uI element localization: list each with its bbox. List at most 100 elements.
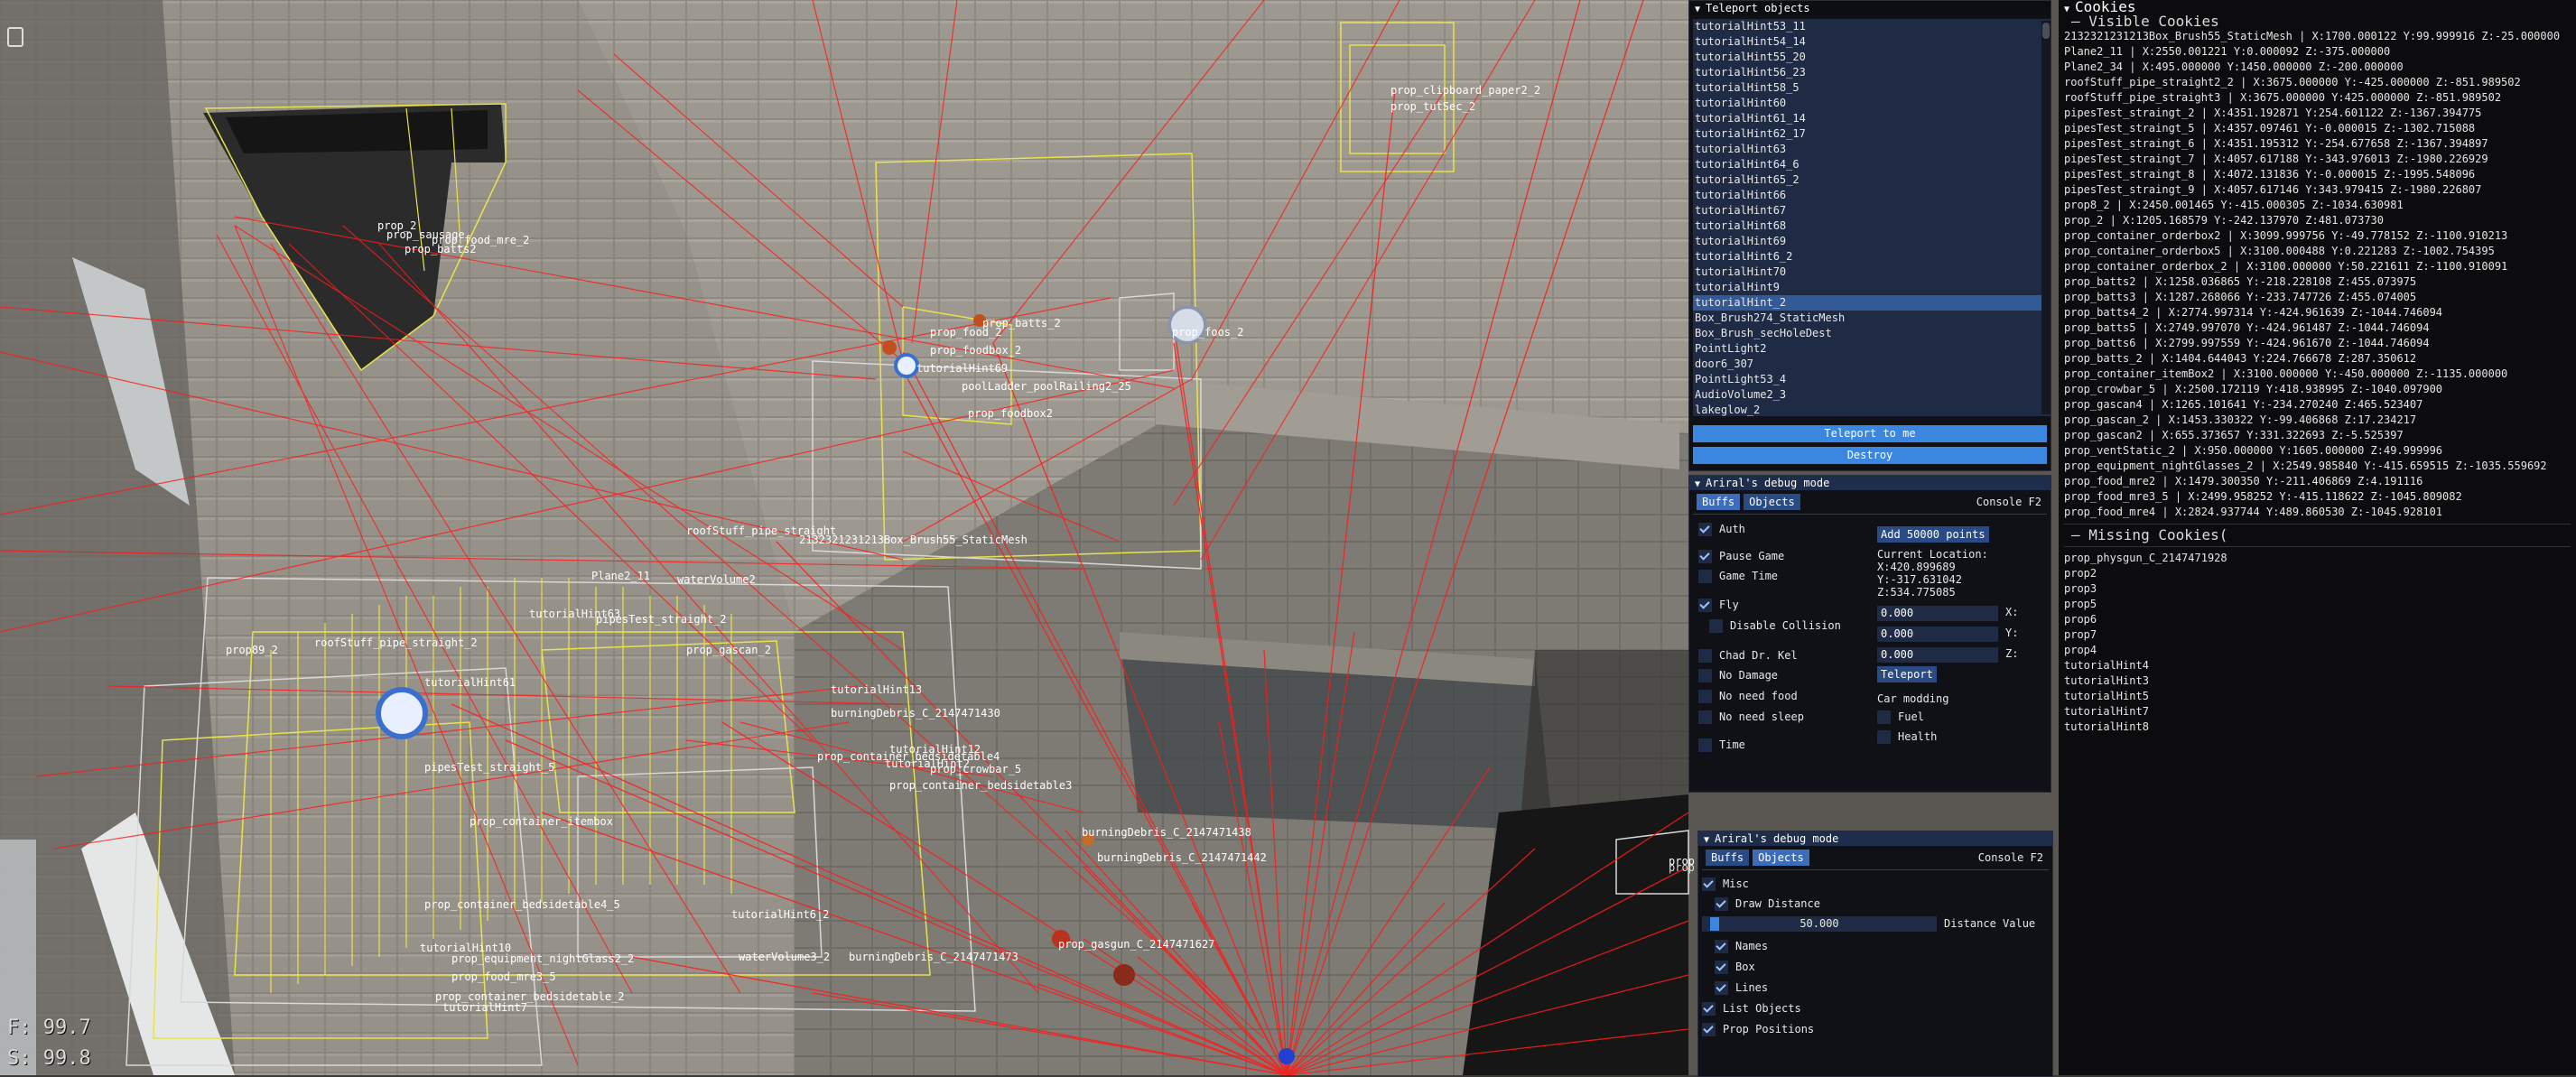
teleport-list-item[interactable]: tutorialHint67 bbox=[1693, 203, 2051, 218]
teleport-list-item[interactable]: tutorialHint53_11 bbox=[1693, 19, 2051, 34]
no-food-label: No need food bbox=[1719, 690, 1798, 702]
teleport-list-item[interactable]: AudioVolume2_3 bbox=[1693, 387, 2051, 403]
checkbox-box[interactable] bbox=[1715, 980, 1728, 995]
checkbox-box[interactable] bbox=[1698, 710, 1712, 724]
teleport-list-item[interactable]: tutorialHint63 bbox=[1693, 142, 2051, 157]
no-damage-checkbox[interactable]: No Damage bbox=[1698, 667, 1778, 683]
names-checkbox[interactable]: Names bbox=[1715, 938, 1768, 954]
checkbox-box[interactable] bbox=[1698, 569, 1712, 583]
box-checkbox[interactable]: Box bbox=[1715, 959, 1755, 975]
checkbox-box[interactable] bbox=[1698, 598, 1712, 612]
teleport-list-item[interactable]: Box_Brush274_StaticMesh bbox=[1693, 311, 2051, 326]
teleport-list-item[interactable]: tutorialHint69 bbox=[1693, 234, 2051, 249]
misc-checkbox[interactable]: Misc bbox=[1702, 876, 1749, 892]
debug-title-2: Ariral's debug mode bbox=[1715, 832, 1839, 845]
scene-object-label: tutorialHint7 bbox=[442, 1001, 527, 1014]
teleport-list-item[interactable]: lakeglow_2 bbox=[1693, 403, 2051, 416]
teleport-list-item[interactable]: tutorialHint55_20 bbox=[1693, 50, 2051, 65]
draw-distance-checkbox[interactable]: Draw Distance bbox=[1715, 896, 1820, 912]
teleport-list-item[interactable]: tutorialHint9 bbox=[1693, 280, 2051, 295]
tab-buffs[interactable]: Buffs bbox=[1697, 494, 1741, 510]
checkbox-box[interactable] bbox=[1698, 668, 1712, 682]
teleport-list-item[interactable]: tutorialHint68 bbox=[1693, 218, 2051, 234]
teleport-list-item[interactable]: tutorialHint60 bbox=[1693, 96, 2051, 111]
teleport-list-item[interactable]: tutorialHint66 bbox=[1693, 188, 2051, 203]
checkbox-box[interactable] bbox=[1698, 522, 1712, 536]
collapse-triangle-icon[interactable]: ▼ bbox=[1695, 478, 1700, 492]
visible-cookie-item: prop_container_orderbox2 | X:3099.999756… bbox=[2064, 229, 2508, 242]
checkbox-box[interactable] bbox=[1702, 1022, 1716, 1036]
teleport-x-input[interactable]: 0.000 bbox=[1877, 606, 1998, 621]
fuel-checkbox[interactable]: Fuel bbox=[1877, 709, 1924, 725]
checkbox-box[interactable] bbox=[1698, 689, 1712, 703]
time-checkbox[interactable]: Time bbox=[1698, 737, 1745, 753]
scrollbar-thumb[interactable] bbox=[2042, 23, 2050, 39]
chad-checkbox[interactable]: Chad Dr. Kel bbox=[1698, 647, 1798, 664]
teleport-list-item[interactable]: tutorialHint62_17 bbox=[1693, 126, 2051, 142]
teleport-list-item[interactable]: door6_307 bbox=[1693, 357, 2051, 372]
teleport-list-item[interactable]: tutorialHint6_2 bbox=[1693, 249, 2051, 265]
distance-value-label: Distance Value bbox=[1944, 917, 2036, 930]
teleport-list-item[interactable]: tutorialHint56_23 bbox=[1693, 65, 2051, 80]
no-food-checkbox[interactable]: No need food bbox=[1698, 688, 1798, 704]
teleport-list-item[interactable]: tutorialHint58_5 bbox=[1693, 80, 2051, 96]
collapse-triangle-icon[interactable]: ▼ bbox=[1704, 833, 1709, 848]
teleport-z-input[interactable]: 0.000 bbox=[1877, 647, 1998, 663]
teleport-list-item[interactable]: PointLight53_4 bbox=[1693, 372, 2051, 387]
debug-titlebar[interactable]: ▼ Ariral's debug mode bbox=[1689, 476, 2051, 490]
collapse-triangle-icon[interactable]: ▼ bbox=[1695, 3, 1700, 17]
teleport-list-item[interactable]: tutorialHint61_14 bbox=[1693, 111, 2051, 126]
add-points-button[interactable]: Add 50000 points bbox=[1877, 526, 1989, 543]
game-time-checkbox[interactable]: Game Time bbox=[1698, 568, 1778, 584]
pause-game-checkbox[interactable]: Pause Game bbox=[1698, 548, 1784, 564]
visible-cookies-header[interactable]: — Visible Cookies bbox=[2059, 14, 2576, 29]
checkbox-box[interactable] bbox=[1698, 648, 1712, 663]
no-sleep-checkbox[interactable]: No need sleep bbox=[1698, 709, 1804, 725]
prop-positions-checkbox[interactable]: Prop Positions bbox=[1702, 1021, 1814, 1037]
scene-object-label: prop_gascan_2 bbox=[686, 644, 771, 656]
checkbox-box[interactable] bbox=[1877, 729, 1891, 744]
fly-checkbox[interactable]: Fly bbox=[1698, 597, 1739, 613]
checkbox-box[interactable] bbox=[1702, 877, 1716, 891]
teleport-to-me-button[interactable]: Teleport to me bbox=[1693, 425, 2047, 442]
destroy-button[interactable]: Destroy bbox=[1693, 447, 2047, 464]
visible-cookie-item: prop_food_mre3_5 | X:2499.958252 Y:-415.… bbox=[2064, 490, 2462, 503]
teleport-list-item[interactable]: tutorialHint65_2 bbox=[1693, 172, 2051, 188]
checkbox-box[interactable] bbox=[1698, 549, 1712, 563]
checkbox-box[interactable] bbox=[1702, 1001, 1716, 1016]
checkbox-box[interactable] bbox=[1715, 939, 1728, 953]
teleport-list-item[interactable]: PointLight2 bbox=[1693, 341, 2051, 357]
teleport-scrollbar[interactable] bbox=[2041, 21, 2051, 414]
teleport-button[interactable]: Teleport bbox=[1877, 666, 1937, 682]
tab-objects[interactable]: Objects bbox=[1744, 494, 1800, 510]
tab-buffs-2[interactable]: Buffs bbox=[1706, 850, 1750, 866]
checkbox-box[interactable] bbox=[1698, 738, 1712, 752]
lines-checkbox[interactable]: Lines bbox=[1715, 980, 1768, 996]
teleport-list-item[interactable]: tutorialHint70 bbox=[1693, 265, 2051, 280]
checkbox-box[interactable] bbox=[1877, 710, 1891, 724]
list-objects-checkbox[interactable]: List Objects bbox=[1702, 1000, 1801, 1017]
checkbox-box[interactable] bbox=[1715, 896, 1728, 911]
collapse-triangle-icon[interactable]: ▼ bbox=[2064, 3, 2069, 17]
visible-cookie-item: pipesTest_straingt_2 | X:4351.192871 Y:2… bbox=[2064, 107, 2482, 119]
teleport-list-item[interactable]: Box_Brush_secHoleDest bbox=[1693, 326, 2051, 341]
distance-slider[interactable]: 50.000 bbox=[1702, 916, 1937, 932]
scene-object-label: prop_foodbox_2 bbox=[930, 344, 1021, 357]
teleport-list-item[interactable]: tutorialHint64_6 bbox=[1693, 157, 2051, 172]
teleport-titlebar[interactable]: ▼ Teleport objects bbox=[1689, 1, 2051, 15]
health-checkbox[interactable]: Health bbox=[1877, 729, 1937, 745]
checkbox-box[interactable] bbox=[1715, 960, 1728, 974]
debug-titlebar-2[interactable]: ▼ Ariral's debug mode bbox=[1698, 831, 2052, 846]
teleport-list-item[interactable]: tutorialHint_2 bbox=[1693, 295, 2051, 311]
auth-checkbox[interactable]: Auth bbox=[1698, 521, 1745, 537]
teleport-list-item[interactable]: tutorialHint54_14 bbox=[1693, 34, 2051, 50]
checkbox-box[interactable] bbox=[1709, 618, 1723, 633]
disable-collision-checkbox[interactable]: Disable Collision bbox=[1709, 617, 1841, 634]
menu-icon bbox=[7, 27, 23, 47]
missing-cookies-header[interactable]: — Missing Cookies( bbox=[2059, 528, 2576, 543]
scene-object-label: tutorialHint69 bbox=[916, 362, 1008, 375]
scene-object-label: prop_container_itembox bbox=[470, 815, 613, 828]
teleport-y-input[interactable]: 0.000 bbox=[1877, 627, 1998, 642]
tab-objects-2[interactable]: Objects bbox=[1753, 850, 1809, 866]
teleport-listbox[interactable]: tutorialHint53_11 tutorialHint54_14 tutori… bbox=[1693, 19, 2051, 416]
